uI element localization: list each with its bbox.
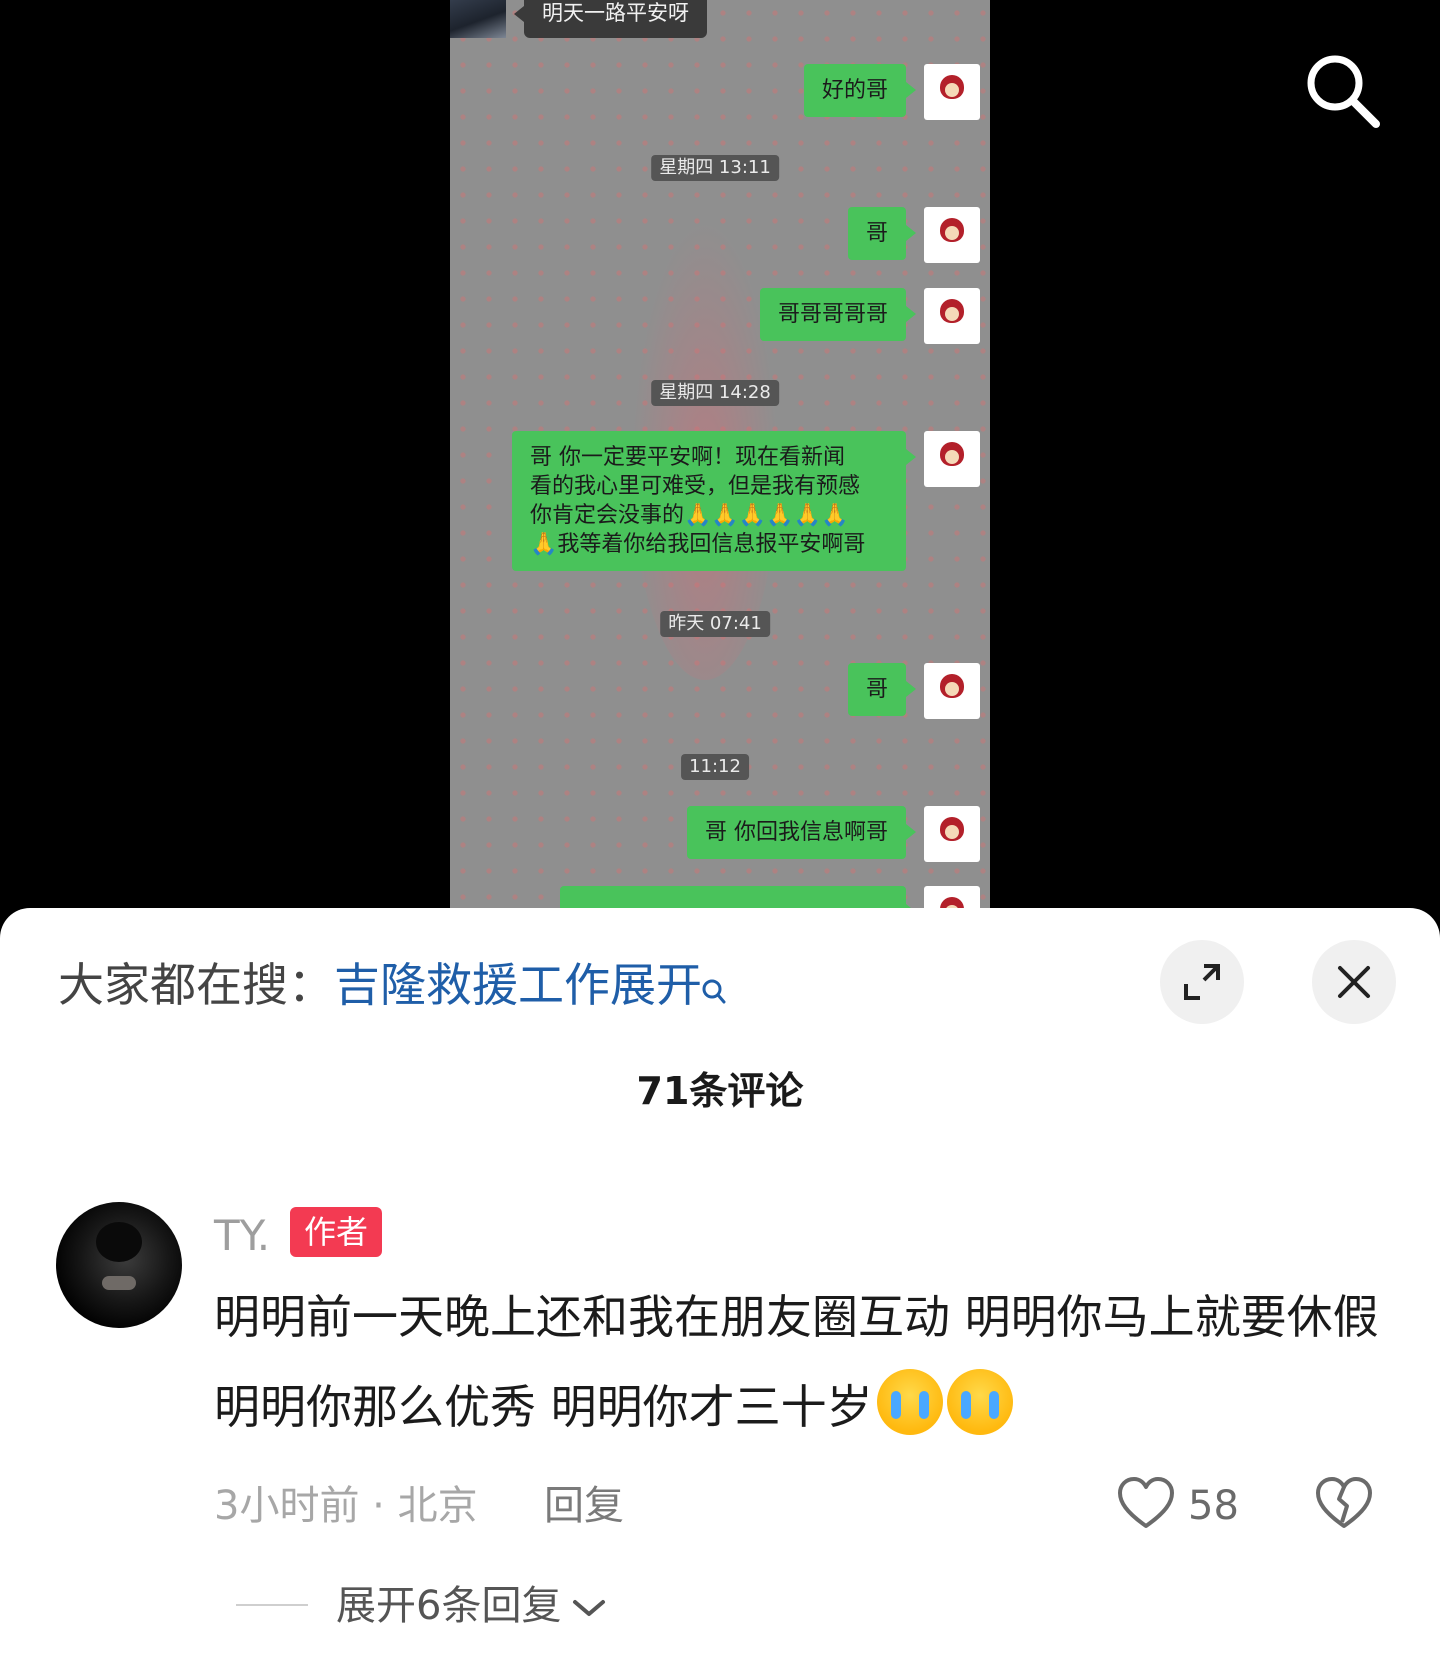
sent-bubble: 哥 [847, 663, 917, 716]
expand-replies-button[interactable]: 展开6条回复 [336, 1578, 607, 1634]
chat-row: 哥 [847, 207, 980, 263]
search-icon[interactable] [1302, 50, 1382, 130]
chat-row: 哥 [847, 663, 980, 719]
loudly-crying-emoji [876, 1369, 943, 1435]
timestamp: 昨天 07:41 [660, 611, 770, 637]
user-avatar [924, 431, 980, 487]
trending-topic[interactable]: 吉隆救援工作展开 [334, 958, 702, 1012]
commenter-name[interactable]: TY. [214, 1208, 270, 1264]
heart-icon[interactable] [1116, 1474, 1176, 1534]
chevron-down-icon [561, 1583, 607, 1629]
fullscreen-button[interactable] [1160, 940, 1244, 1024]
sent-bubble: 好的哥 [803, 64, 917, 117]
sent-bubble: 哥 [847, 207, 917, 260]
broken-heart-icon[interactable] [1314, 1474, 1374, 1534]
incoming-message: 明天一路平安呀 [514, 0, 707, 38]
reply-button[interactable]: 回复 [544, 1476, 624, 1536]
user-avatar [924, 663, 980, 719]
comment-time-location: 3小时前 · 北京 [214, 1483, 478, 1529]
sent-bubble: 哥哥哥哥哥 [759, 288, 917, 341]
chat-row: 好的哥 [803, 64, 980, 120]
sent-bubble: 哥 你回我信息啊哥 [687, 806, 916, 859]
chat-row: 哥 你一定要平安啊！现在看新闻 看的我心里可难受，但是我有预感 你肯定会没事的🙏… [512, 431, 980, 571]
comment-panel: 大家都在搜：吉隆救援工作展开 71条评论 TY. 作者 明明前一天晚上还和我在朋… [0, 908, 1440, 1673]
timestamp: 星期四 13:11 [651, 155, 779, 181]
avatar-figure-head [96, 1222, 142, 1262]
user-avatar [924, 288, 980, 344]
comment-text[interactable]: 明明前一天晚上还和我在朋友圈互动 明明你马上就要休假 明明你那么优秀 明明你才三… [214, 1272, 1384, 1452]
user-avatar [924, 207, 980, 263]
comment-count-title: 71条评论 [636, 1069, 804, 1113]
close-button[interactable] [1312, 940, 1396, 1024]
timestamp: 星期四 14:28 [651, 380, 779, 406]
search-icon [702, 956, 726, 1004]
trending-prefix: 大家都在搜： [58, 958, 334, 1012]
comment-body: 明明前一天晚上还和我在朋友圈互动 明明你马上就要休假 明明你那么优秀 明明你才三… [214, 1290, 1379, 1434]
timestamp: 11:12 [681, 754, 749, 780]
video-player[interactable]: 明天一路平安呀 好的哥 星期四 13:11 哥 哥哥哥哥哥 星期四 14:28 … [0, 0, 1440, 920]
chat-row: 哥哥哥哥哥 [759, 288, 980, 344]
contact-avatar [450, 0, 506, 38]
chat-row: 哥 你回我信息啊哥 [687, 806, 980, 862]
avatar-figure-hands [102, 1276, 136, 1290]
sent-bubble: 哥 你一定要平安啊！现在看新闻 看的我心里可难受，但是我有预感 你肯定会没事的🙏… [512, 431, 916, 571]
loudly-crying-emoji [946, 1369, 1013, 1435]
like-count: 58 [1188, 1483, 1239, 1529]
author-badge: 作者 [290, 1207, 383, 1257]
user-avatar [924, 64, 980, 120]
commenter-avatar[interactable] [56, 1202, 182, 1328]
trending-search[interactable]: 大家都在搜：吉隆救援工作展开 [58, 950, 726, 1020]
chat-screenshot-frame: 明天一路平安呀 好的哥 星期四 13:11 哥 哥哥哥哥哥 星期四 14:28 … [450, 0, 990, 920]
expand-divider [236, 1604, 308, 1606]
expand-replies-label: 展开6条回复 [336, 1583, 562, 1629]
user-avatar [924, 806, 980, 862]
